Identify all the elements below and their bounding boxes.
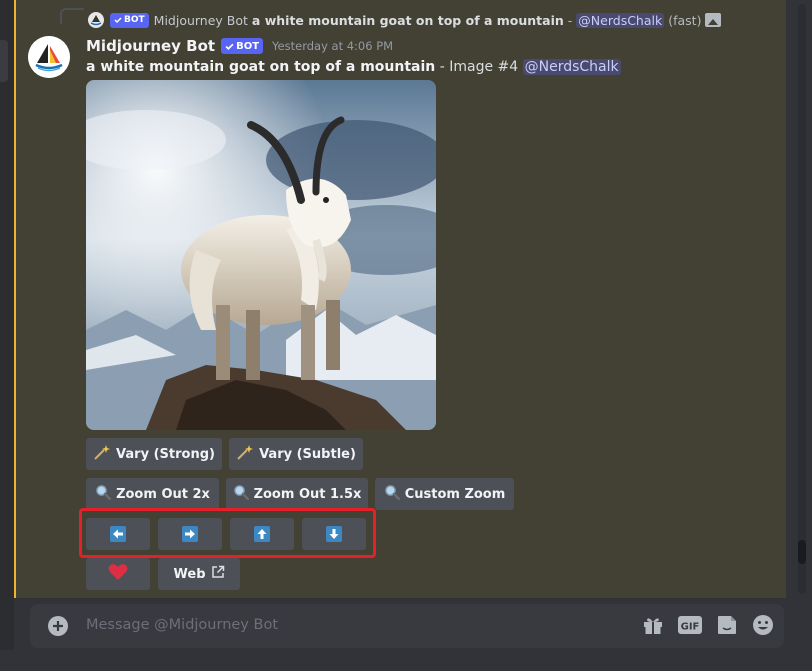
bot-mini-avatar[interactable] bbox=[88, 12, 104, 28]
gift-icon[interactable] bbox=[642, 614, 664, 636]
annotation-highlight-box bbox=[79, 508, 376, 558]
gif-icon[interactable]: GIF bbox=[678, 615, 702, 635]
magic-wand-icon bbox=[93, 444, 111, 464]
bot-tag-label: BOT bbox=[236, 40, 260, 52]
zoom-out-2x-button[interactable]: Zoom Out 2x bbox=[86, 478, 219, 510]
reply-mode: (fast) bbox=[668, 12, 702, 28]
bot-tag: BOT bbox=[110, 12, 149, 28]
custom-zoom-label: Custom Zoom bbox=[404, 486, 506, 502]
zoom-out-1-5x-label: Zoom Out 1.5x bbox=[253, 486, 362, 502]
scroll-indicator bbox=[0, 40, 8, 82]
midjourney-logo-icon bbox=[28, 36, 70, 78]
emoji-icon[interactable] bbox=[752, 614, 774, 636]
avatar[interactable] bbox=[28, 36, 70, 78]
message-prompt: a white mountain goat on top of a mounta… bbox=[86, 59, 436, 75]
username[interactable]: Midjourney Bot bbox=[86, 37, 215, 55]
message-composer[interactable]: Message @Midjourney Bot GIF bbox=[30, 604, 784, 648]
vary-subtle-button[interactable]: Vary (Subtle) bbox=[229, 438, 363, 470]
scroll-track[interactable] bbox=[798, 4, 806, 594]
custom-zoom-button[interactable]: Custom Zoom bbox=[375, 478, 514, 510]
favorite-button[interactable] bbox=[86, 558, 150, 590]
scroll-thumb[interactable] bbox=[798, 540, 806, 564]
bot-tag-label: BOT bbox=[124, 14, 145, 25]
reply-connector bbox=[60, 8, 84, 24]
check-icon bbox=[225, 43, 234, 50]
web-label: Web bbox=[173, 566, 206, 582]
message-content: a white mountain goat on top of a mounta… bbox=[86, 59, 621, 75]
reply-author[interactable]: Midjourney Bot bbox=[154, 13, 248, 28]
message-header: Midjourney Bot BOT Yesterday at 4:06 PM bbox=[86, 36, 393, 56]
check-icon bbox=[114, 17, 122, 24]
reply-preview[interactable]: BOT Midjourney Bot a white mountain goat… bbox=[88, 10, 722, 30]
magnifier-icon bbox=[95, 484, 112, 504]
magic-wand-icon bbox=[236, 444, 254, 464]
zoom-out-2x-label: Zoom Out 2x bbox=[116, 486, 210, 502]
message-mention[interactable]: @NerdsChalk bbox=[522, 59, 621, 75]
svg-text:GIF: GIF bbox=[681, 622, 700, 633]
vary-strong-button[interactable]: Vary (Strong) bbox=[86, 438, 222, 470]
magnifier-icon bbox=[384, 484, 400, 504]
image-icon bbox=[705, 13, 722, 27]
timestamp[interactable]: Yesterday at 4:06 PM bbox=[272, 39, 393, 53]
server-list-edge bbox=[0, 0, 14, 671]
chat-scrollbar[interactable] bbox=[786, 0, 812, 598]
sticker-icon[interactable] bbox=[716, 614, 738, 636]
message-input[interactable]: Message @Midjourney Bot bbox=[86, 617, 278, 633]
heart-icon bbox=[108, 563, 128, 585]
generated-image[interactable] bbox=[86, 80, 436, 430]
goat-image bbox=[86, 80, 436, 430]
reply-prompt[interactable]: a white mountain goat on top of a mounta… bbox=[252, 13, 564, 28]
magnifier-icon bbox=[233, 484, 249, 504]
composer-icons: GIF bbox=[642, 614, 774, 636]
reply-dash: - bbox=[567, 12, 573, 28]
external-link-icon bbox=[211, 565, 225, 583]
web-link-button[interactable]: Web bbox=[158, 558, 240, 590]
reply-mention[interactable]: @NerdsChalk bbox=[576, 12, 665, 28]
bot-tag: BOT bbox=[221, 38, 264, 54]
message-suffix: - Image #4 bbox=[435, 59, 523, 75]
vary-strong-label: Vary (Strong) bbox=[116, 446, 215, 462]
add-attachment-icon[interactable] bbox=[48, 616, 68, 636]
zoom-out-1-5x-button[interactable]: Zoom Out 1.5x bbox=[226, 478, 368, 510]
bottom-area bbox=[0, 650, 812, 671]
vary-subtle-label: Vary (Subtle) bbox=[259, 446, 356, 462]
